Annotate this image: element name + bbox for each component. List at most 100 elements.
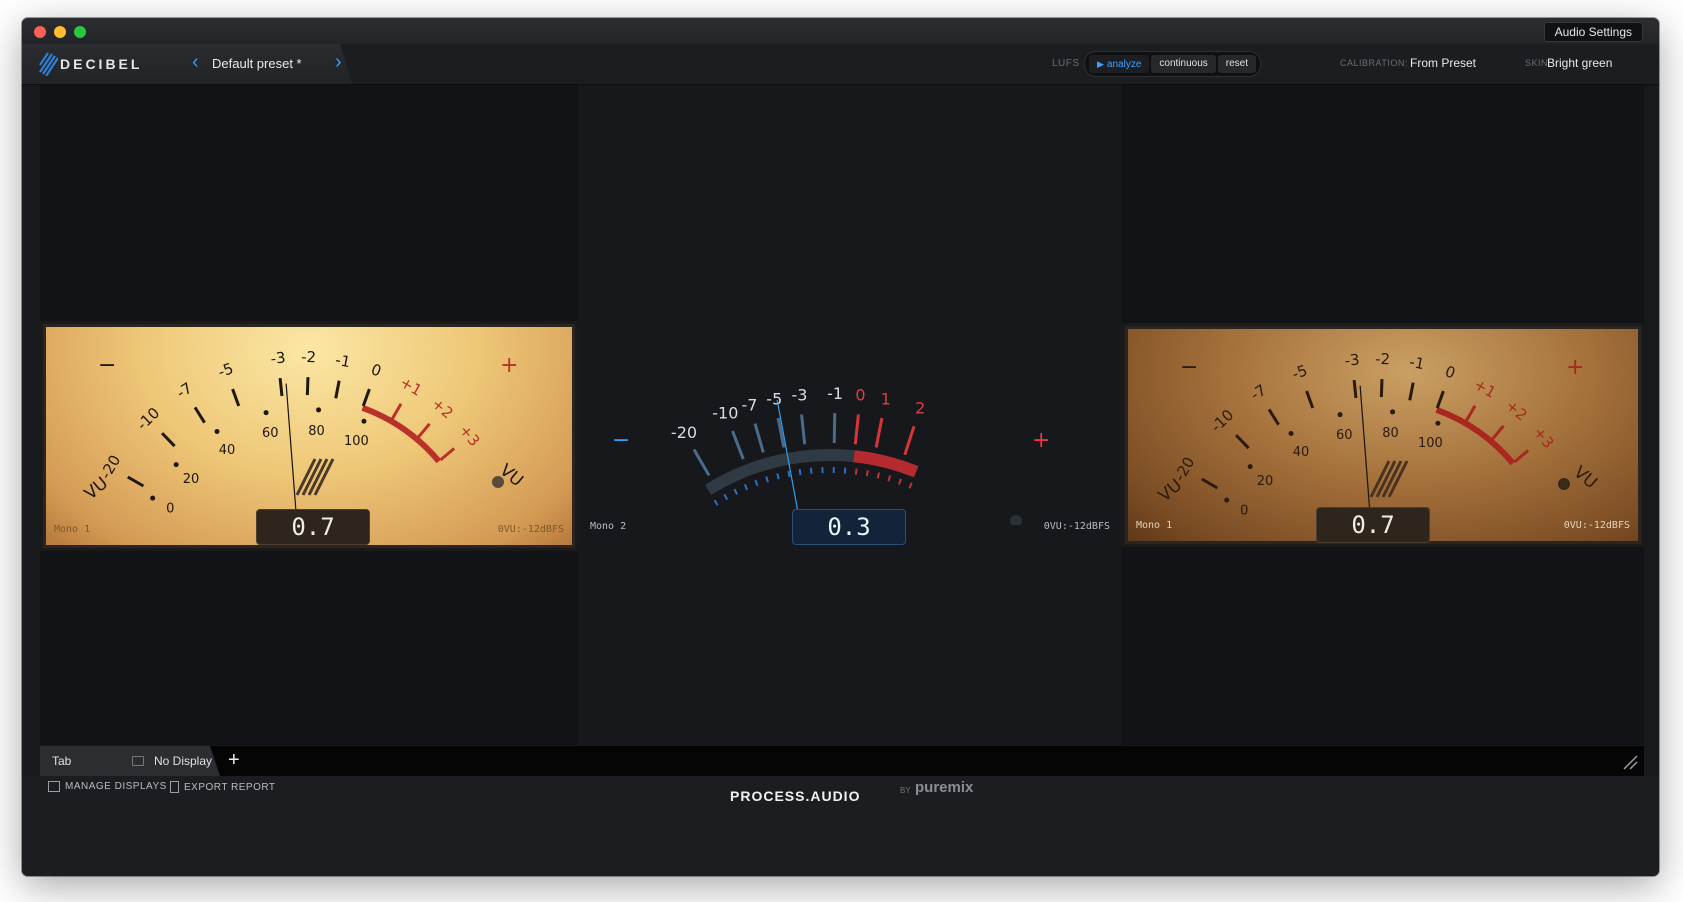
scale-tick (1464, 405, 1477, 423)
preset-name[interactable]: Default preset * (212, 56, 302, 71)
minimize-window-button[interactable] (54, 26, 66, 38)
minus-symbol: − (1180, 355, 1198, 380)
scale-label: -2 (1375, 350, 1391, 369)
meter-calibration: 0VU:-12dBFS (497, 524, 564, 535)
scale-tick (1435, 390, 1445, 409)
scale-tick (278, 377, 284, 397)
scale-label: -20 (671, 423, 697, 442)
scale-label: 1 (881, 389, 891, 408)
minor-tick (810, 467, 813, 474)
scale-label: +3 (456, 421, 484, 450)
tab-display[interactable]: Tab No Display (40, 746, 220, 776)
next-preset-button[interactable]: › (335, 52, 342, 72)
scale-tick (361, 388, 371, 407)
scale-tick (160, 432, 176, 448)
continuous-button[interactable]: continuous (1151, 55, 1216, 73)
percent-label: 0 (1240, 504, 1248, 519)
percent-label: 80 (308, 424, 325, 439)
minor-tick (908, 482, 913, 489)
red-zone-arc (361, 405, 442, 464)
tab-display-selector[interactable]: No Display (154, 754, 212, 768)
meter-readout: 0.7 (1316, 507, 1430, 543)
scale-label: -2 (301, 348, 317, 367)
percent-dot (1435, 420, 1441, 426)
app-window: Audio Settings DECIBEL ‹ Default preset … (22, 18, 1659, 876)
percent-dot (1247, 464, 1253, 470)
vu-label: VU (1570, 462, 1601, 493)
scale-tick (193, 406, 206, 424)
scale-tick (753, 423, 765, 453)
scale-label: 2 (915, 398, 925, 417)
meter-calibration: 0VU:-12dBFS (1563, 520, 1630, 531)
close-window-button[interactable] (34, 26, 46, 38)
scale-label: -3 (792, 386, 808, 405)
minor-tick (733, 488, 738, 495)
scale-tick (305, 377, 310, 396)
decibel-logo-icon (39, 52, 58, 76)
scale-label: -5 (216, 359, 236, 381)
peak-led (1558, 478, 1570, 490)
scale-tick (390, 403, 403, 421)
percent-dot (361, 418, 367, 424)
scale-tick (439, 447, 456, 462)
percent-label: 100 (1418, 436, 1443, 451)
percent-dot (1224, 497, 1230, 503)
percent-dot (1390, 409, 1396, 415)
percent-label: 60 (262, 426, 279, 441)
analyze-button[interactable]: ▶ analyze (1089, 55, 1150, 73)
meter-readout: 0.7 (256, 509, 370, 545)
scale-label: -1 (827, 384, 843, 403)
manage-displays-button[interactable]: MANAGE DISPLAYS (48, 781, 167, 792)
lufs-controls: ▶ analyze continuous reset (1084, 51, 1261, 77)
percent-dot (214, 429, 220, 435)
resize-handle-icon[interactable] (1622, 754, 1638, 770)
add-tab-button[interactable]: + (228, 749, 240, 771)
scale-tick (731, 430, 745, 460)
plus-symbol: + (1032, 428, 1050, 453)
previous-preset-button[interactable]: ‹ (192, 52, 199, 72)
display-icon (132, 756, 144, 766)
audio-settings-button[interactable]: Audio Settings (1543, 22, 1643, 42)
minus-symbol: − (98, 353, 116, 378)
scale-tick (903, 425, 916, 456)
calibration-dropdown[interactable]: From Preset (1410, 56, 1476, 70)
minor-tick (854, 468, 858, 475)
scale-tick (1379, 379, 1384, 398)
meter-channel-name: Mono 1 (54, 524, 91, 535)
percent-dot (1337, 412, 1343, 418)
zoom-window-button[interactable] (74, 26, 86, 38)
minor-tick (776, 473, 780, 480)
red-zone-arc (1435, 407, 1516, 466)
peak-led (1010, 515, 1022, 525)
percent-label: 100 (344, 434, 369, 449)
scale-label: 0 (1443, 362, 1458, 382)
scale-tick (1305, 390, 1315, 409)
percent-label: 60 (1336, 428, 1353, 443)
scale-label: 0 (855, 386, 865, 405)
scale-label: -5 (766, 389, 782, 408)
scale-tick (231, 388, 241, 407)
scale-tick (416, 422, 431, 439)
minor-tick (765, 476, 769, 483)
percent-label: 80 (1382, 426, 1399, 441)
scale-tick (1352, 379, 1358, 399)
minor-tick (887, 475, 892, 482)
plus-symbol: + (1566, 355, 1584, 380)
app-logo-text: DECIBEL (60, 56, 143, 72)
scale-label: -7 (1247, 381, 1269, 404)
percent-dot (263, 410, 269, 416)
modern-meter-scale: -20-10 -7 -5 -3 -1 0 1 2− + (612, 384, 1050, 525)
skin-dropdown[interactable]: Bright green (1547, 56, 1612, 70)
display-tab-bar: Tab No Display + (40, 746, 1644, 776)
minor-tick (898, 478, 902, 485)
scale-tick (853, 414, 860, 445)
reset-button[interactable]: reset (1217, 55, 1256, 73)
scale-label: -3 (270, 348, 287, 367)
scale-tick (1201, 477, 1219, 490)
minor-tick (723, 493, 729, 501)
scale-label: -1 (1408, 353, 1426, 374)
meter-channel-name: Mono 2 (590, 521, 627, 532)
percent-label: 40 (219, 443, 236, 458)
export-report-button[interactable]: EXPORT REPORT (170, 781, 276, 793)
minor-tick (743, 483, 749, 491)
